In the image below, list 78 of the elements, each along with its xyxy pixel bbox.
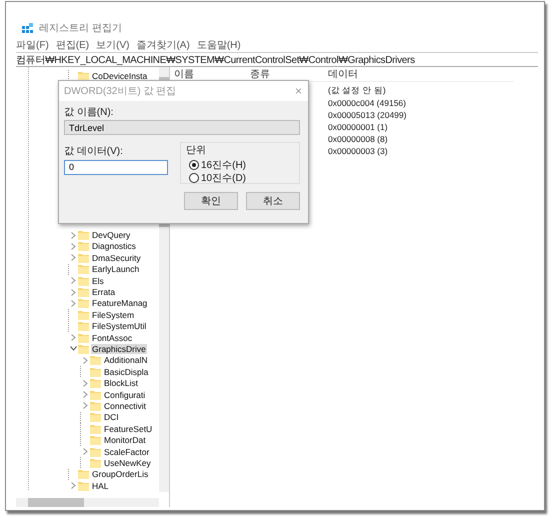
table-cell: 0x0000c004 (49156) [328, 98, 406, 108]
folder-icon [78, 264, 89, 274]
folder-icon [78, 321, 89, 332]
tree-item[interactable]: AdditionalN [103, 355, 148, 366]
table-cell: 0x00000003 (3) [328, 146, 388, 156]
folder-icon [90, 435, 101, 446]
tree-item[interactable]: MonitorDat [103, 435, 147, 446]
menu-item[interactable]: 편집(E) [56, 38, 90, 52]
tree-item[interactable]: ScaleFactor [103, 446, 150, 456]
tree-item[interactable]: Configurati [103, 390, 146, 400]
tree-item[interactable]: GraphicsDrive [91, 344, 147, 354]
app-icon [22, 22, 33, 34]
menu-item[interactable]: 도움말(H) [196, 38, 241, 52]
column-header[interactable]: 데이터 [328, 67, 358, 81]
tree-item[interactable]: EarlyLaunch [91, 264, 140, 274]
folder-icon [78, 70, 89, 81]
folder-icon [78, 241, 89, 252]
folder-icon [90, 390, 101, 400]
folder-icon [78, 344, 89, 354]
field-label: 값 데이터(V): [64, 145, 124, 157]
cancel-button[interactable]: 취소 [246, 192, 300, 210]
radio-button[interactable] [189, 172, 199, 182]
folder-icon [78, 310, 89, 320]
tree-item[interactable]: Els [91, 276, 105, 286]
tree-item[interactable]: DCI [103, 412, 120, 422]
tree-item[interactable]: FontAssoc [91, 332, 134, 343]
ok-button[interactable]: 확인 [184, 192, 238, 210]
table-cell: 0x00005013 (20499) [328, 110, 406, 120]
tree-item[interactable]: DmaSecurity [91, 252, 142, 263]
radio-button[interactable] [189, 160, 199, 170]
tree-item[interactable]: HAL [91, 480, 110, 491]
column-header[interactable]: 종류 [250, 67, 328, 81]
tree-item[interactable]: FeatureManag [91, 298, 148, 308]
folder-icon [78, 287, 89, 298]
field-label: 값 이름(N): [64, 106, 114, 118]
folder-icon [78, 252, 89, 263]
folder-icon [90, 412, 101, 422]
tree-item[interactable]: UseNewKey [103, 458, 152, 468]
tree-item[interactable]: FeatureSetU [103, 424, 154, 434]
tree-item[interactable]: FileSystemUtil [91, 321, 148, 332]
folder-icon [90, 424, 101, 434]
table-cell: 0x00000001 (1) [328, 122, 388, 132]
value-data-field[interactable]: 0 [64, 160, 168, 174]
folder-icon [78, 230, 89, 240]
table-cell: 0x00000008 (8) [328, 134, 388, 144]
folder-icon [78, 469, 89, 480]
column-header[interactable]: 이름 [174, 67, 250, 81]
address-path[interactable]: 컴퓨터₩HKEY_LOCAL_MACHINE₩SYSTEM₩CurrentControlSet₩Control₩GraphicsDrivers [16, 52, 415, 66]
table-cell: (값 설정 안 됨) [328, 85, 386, 97]
window-title: 레지스트리 편집기 [39, 22, 122, 35]
menu-item[interactable]: 즐겨찾기(A) [136, 38, 190, 52]
folder-icon [78, 480, 89, 491]
tree-item[interactable]: DevQuery [91, 230, 132, 240]
folder-icon [90, 458, 101, 468]
folder-icon [90, 355, 101, 366]
horizontal-scrollbar[interactable] [16, 498, 159, 507]
tree-item[interactable]: BasicDispla [103, 366, 150, 377]
value-name-field: TdrLevel [64, 120, 300, 135]
folder-icon [90, 378, 101, 388]
tree-item[interactable]: GroupOrderLis [91, 469, 150, 480]
folder-icon [78, 298, 89, 308]
dialog-title: DWORD(32비트) 값 편집 [64, 85, 176, 98]
folder-icon [78, 276, 89, 286]
tree-item[interactable]: Diagnostics [91, 241, 137, 252]
radio-label[interactable]: 10진수(D) [201, 170, 246, 184]
menu-item[interactable]: 보기(V) [96, 38, 130, 52]
group-label: 단위 [186, 144, 206, 157]
folder-icon [78, 332, 89, 343]
folder-icon [90, 400, 101, 411]
tree-item[interactable]: FileSystem [91, 310, 136, 320]
radio-label[interactable]: 16진수(H) [201, 158, 246, 172]
tree-item[interactable]: Connectivit [103, 400, 148, 411]
tree-item[interactable]: CoDeviceInsta [91, 70, 148, 81]
tree-item[interactable]: BlockList [103, 378, 140, 388]
folder-icon [90, 366, 101, 377]
folder-icon [90, 446, 101, 456]
tree-item[interactable]: Errata [91, 287, 116, 298]
menu-item[interactable]: 파일(F) [16, 38, 49, 52]
